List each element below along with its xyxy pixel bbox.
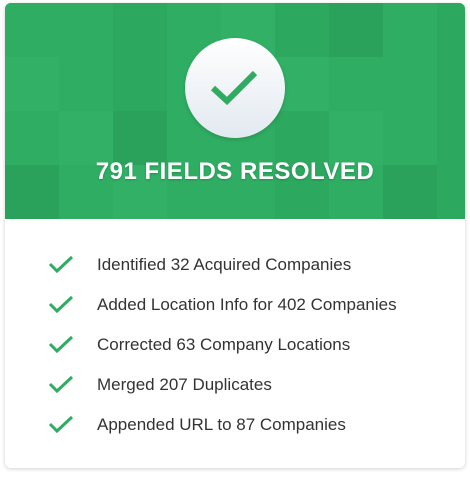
list-item: Identified 32 Acquired Companies [5,248,465,288]
checkmark-icon [48,375,74,394]
list-item-label: Added Location Info for 402 Companies [97,295,397,314]
checkmark-icon [48,415,74,434]
checkmark-icon [48,335,74,354]
list-item-label: Appended URL to 87 Companies [97,415,346,434]
list-item-label: Merged 207 Duplicates [97,375,272,394]
results-title: 791 FIELDS RESOLVED [95,158,375,185]
results-list: Identified 32 Acquired Companies Added L… [5,248,465,448]
checkmark-icon [48,255,74,274]
list-item: Corrected 63 Company Locations [5,328,465,368]
success-badge [185,38,285,138]
list-item-label: Identified 32 Acquired Companies [97,255,352,274]
checkmark-icon [210,70,258,106]
list-item: Merged 207 Duplicates [5,368,465,408]
list-item: Added Location Info for 402 Companies [5,288,465,328]
checkmark-icon [48,295,74,314]
list-item: Appended URL to 87 Companies [5,408,465,448]
results-header: 791 FIELDS RESOLVED [5,3,465,219]
results-card: 791 FIELDS RESOLVED Identified 32 Acquir… [5,3,465,468]
list-item-label: Corrected 63 Company Locations [97,335,351,354]
